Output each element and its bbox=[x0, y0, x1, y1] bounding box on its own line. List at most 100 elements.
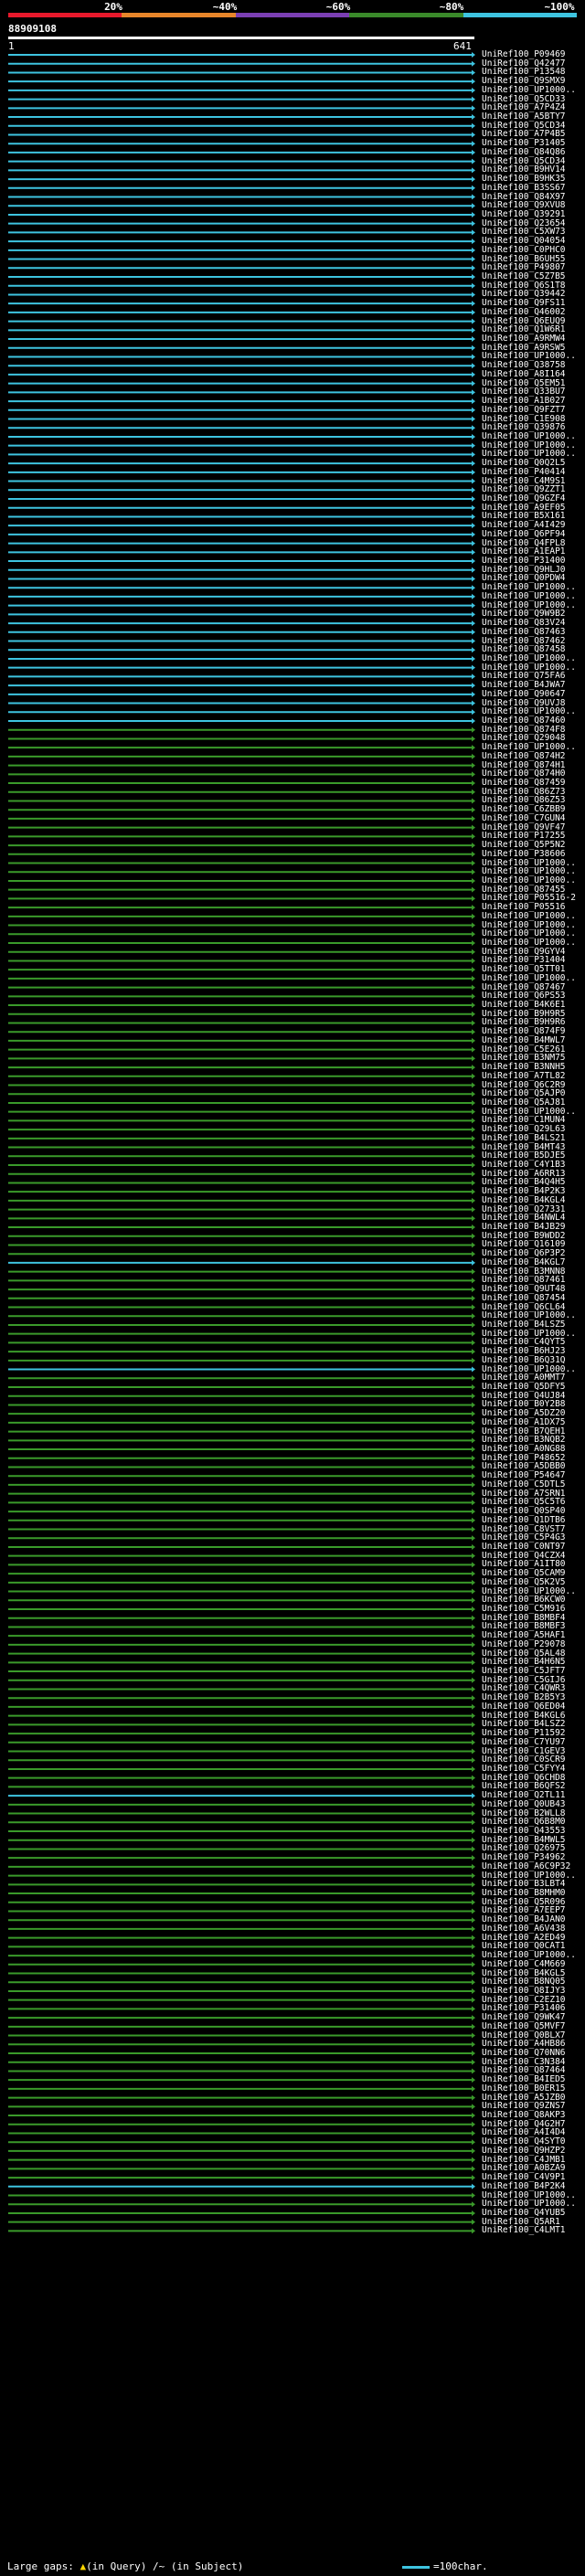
hit-arrow-icon bbox=[472, 869, 475, 875]
hit-arrow-icon bbox=[472, 1650, 475, 1657]
hit-arrow-icon bbox=[472, 1046, 475, 1053]
hit-arrow-icon bbox=[472, 1775, 475, 1781]
hit-arrow-icon bbox=[472, 1979, 475, 1986]
hit-arrow-icon bbox=[472, 1953, 475, 1959]
hit-arrow-icon bbox=[472, 1473, 475, 1479]
hit-arrow-icon bbox=[472, 1686, 475, 1692]
hit-arrow-icon bbox=[472, 1127, 475, 1133]
hit-arrow-icon bbox=[472, 2085, 475, 2092]
hit-arrow-icon bbox=[472, 122, 475, 129]
hit-arrow-icon bbox=[472, 753, 475, 759]
hit-arrow-icon bbox=[472, 504, 475, 511]
hit-arrow-icon bbox=[472, 487, 475, 493]
hit-arrow-icon bbox=[472, 1988, 475, 1994]
scale-line-icon bbox=[402, 2565, 430, 2569]
hit-arrow-icon bbox=[472, 1233, 475, 1239]
hit-arrow-icon bbox=[472, 833, 475, 840]
hit-arrow-icon bbox=[472, 1402, 475, 1408]
hit-arrow-icon bbox=[472, 531, 475, 537]
hit-arrow-icon bbox=[472, 2006, 475, 2012]
hit-arrow-icon bbox=[472, 336, 475, 343]
hit-arrow-icon bbox=[472, 736, 475, 742]
hit-arrow-icon bbox=[472, 1588, 475, 1595]
hit-arrow-icon bbox=[472, 132, 475, 138]
hit-arrow-icon bbox=[472, 1295, 475, 1301]
hit-arrow-icon bbox=[472, 1180, 475, 1186]
hit-arrow-icon bbox=[472, 1925, 475, 1932]
hit-arrow-icon bbox=[472, 1349, 475, 1355]
hit-arrow-icon bbox=[472, 1091, 475, 1097]
hit-arrow-icon bbox=[472, 425, 475, 431]
hit-arrow-icon bbox=[472, 1029, 475, 1035]
hit-arrow-icon bbox=[472, 993, 475, 1000]
hit-arrow-icon bbox=[472, 683, 475, 689]
hit-arrow-icon bbox=[472, 265, 475, 271]
hit-arrow-icon bbox=[472, 1970, 475, 1977]
hit-arrow-icon bbox=[472, 1073, 475, 1079]
hit-arrow-icon bbox=[472, 1712, 475, 1719]
hit-arrow-icon bbox=[472, 807, 475, 813]
hit-arrow-icon bbox=[472, 1891, 475, 1897]
hit-arrow-icon bbox=[472, 647, 475, 653]
hit-arrow-icon bbox=[472, 1571, 475, 1577]
hit-arrow-icon bbox=[472, 824, 475, 831]
hit-arrow-icon bbox=[472, 1829, 475, 1834]
hit-arrow-icon bbox=[472, 1428, 475, 1435]
hit-arrow-icon bbox=[472, 105, 475, 111]
hit-arrow-icon bbox=[472, 549, 475, 556]
hit-arrow-icon bbox=[472, 2023, 475, 2030]
hit-arrow-icon bbox=[472, 1765, 475, 1772]
hit-arrow-icon bbox=[472, 2059, 475, 2065]
hit-arrow-icon bbox=[472, 2147, 475, 2154]
hit-arrow-icon bbox=[472, 1419, 475, 1426]
hit-arrow-icon bbox=[472, 1526, 475, 1532]
hit-arrow-icon bbox=[472, 2192, 475, 2199]
hit-arrow-icon bbox=[472, 789, 475, 795]
hit-arrow-icon bbox=[472, 1731, 475, 1737]
hit-arrow-icon bbox=[472, 158, 475, 164]
hit-arrow-icon bbox=[472, 239, 475, 245]
hit-arrow-icon bbox=[472, 1669, 475, 1675]
hit-arrow-icon bbox=[472, 496, 475, 502]
hit-arrow-icon bbox=[472, 371, 475, 377]
hit-arrow-icon bbox=[472, 1793, 475, 1799]
hit-arrow-icon bbox=[472, 1411, 475, 1417]
hit-arrow-icon bbox=[472, 1277, 475, 1284]
hit-arrow-icon bbox=[472, 2210, 475, 2216]
hit-arrow-icon bbox=[472, 1810, 475, 1817]
hit-arrow-icon bbox=[472, 585, 475, 591]
hit-arrow-icon bbox=[472, 282, 475, 289]
hit-arrow-icon bbox=[472, 886, 475, 893]
hit-arrow-icon bbox=[472, 1801, 475, 1807]
hit-arrow-icon bbox=[472, 1500, 475, 1506]
hit-arrow-icon bbox=[472, 2201, 475, 2208]
hit-arrow-icon bbox=[472, 1393, 475, 1399]
hit-arrow-icon bbox=[472, 1171, 475, 1177]
hit-arrow-icon bbox=[472, 52, 475, 58]
hit-arrow-icon bbox=[472, 2032, 475, 2039]
hit-arrow-icon bbox=[472, 780, 475, 787]
hit-arrow-icon bbox=[472, 1819, 475, 1826]
hit-arrow-icon bbox=[472, 1206, 475, 1213]
hit-arrow-icon bbox=[472, 1695, 475, 1701]
hit-label[interactable]: UniRef100_C4LMT1 bbox=[482, 2226, 566, 2235]
hit-arrow-icon bbox=[472, 1944, 475, 1950]
hit-arrow-icon bbox=[472, 1615, 475, 1621]
hit-arrow-icon bbox=[472, 433, 475, 440]
hit-arrow-icon bbox=[472, 1189, 475, 1195]
hit-arrow-icon bbox=[472, 176, 475, 183]
hit-arrow-icon bbox=[472, 1633, 475, 1639]
hit-arrow-icon bbox=[472, 771, 475, 778]
hit-arrow-icon bbox=[472, 354, 475, 360]
scale-label: =100char. bbox=[433, 2560, 488, 2572]
hit-arrow-icon bbox=[472, 745, 475, 751]
hit-arrow-icon bbox=[472, 1055, 475, 1062]
hit-arrow-icon bbox=[472, 141, 475, 147]
hit-arrow-icon bbox=[472, 398, 475, 405]
hit-arrow-icon bbox=[472, 416, 475, 422]
gaps-in-subject: (in Subject) bbox=[170, 2560, 244, 2572]
hit-arrow-icon bbox=[472, 905, 475, 911]
hit-arrow-icon bbox=[472, 256, 475, 262]
hit-arrow-icon bbox=[472, 1517, 475, 1523]
hit-arrow-icon bbox=[472, 576, 475, 582]
